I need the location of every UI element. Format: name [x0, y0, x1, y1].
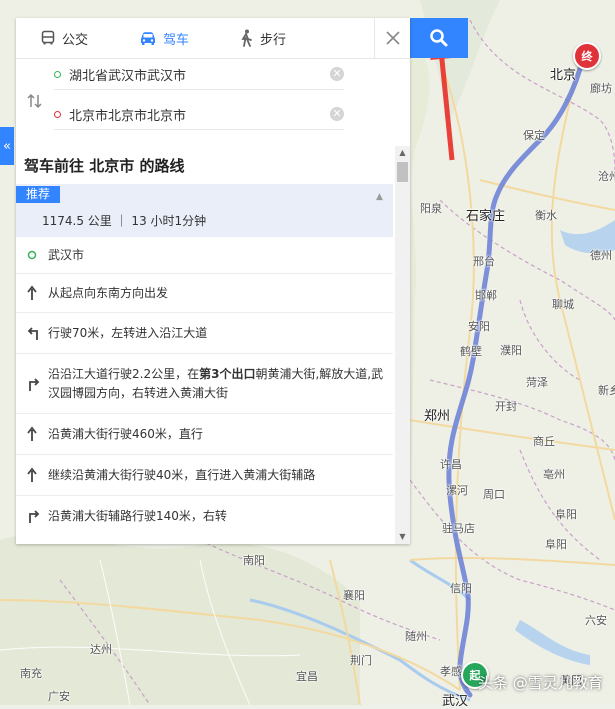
city-label: 濮阳	[500, 344, 522, 357]
city-label: 许昌	[440, 458, 462, 471]
city-label: 阜阳	[555, 508, 577, 521]
arrow-up-icon	[27, 467, 37, 482]
route-summary[interactable]: 推荐 1174.5 公里 ｜ 13 小时1分钟 ▲	[16, 184, 393, 237]
watermark: 头条 @雪灵儿教育	[478, 674, 603, 692]
step-text: 沿沿江大道行驶2.2公里，在第3个出口朝黄浦大街,解放大道,武汉园博园方向，右转…	[48, 366, 384, 400]
city-label: 襄阳	[343, 589, 365, 602]
city-label: 亳州	[543, 468, 565, 481]
city-label: 廊坊	[590, 82, 612, 95]
panel-scrollbar[interactable]: ▲ ▼	[395, 146, 410, 544]
city-label: 阳泉	[420, 202, 442, 215]
end-input[interactable]: 北京市北京市北京市	[69, 105, 330, 124]
car-icon	[141, 32, 155, 45]
end-marker-icon[interactable]: 终	[573, 42, 601, 70]
city-label: 驻马店	[442, 522, 475, 535]
city-label: 周口	[483, 488, 505, 501]
city-label: 石家庄	[466, 209, 506, 224]
route-step[interactable]: 沿沿江大道行驶2.2公里，在第3个出口朝黄浦大街,解放大道,武汉园博园方向，右转…	[16, 354, 393, 414]
tab-car-label: 驾车	[163, 32, 190, 48]
city-label: 德州	[590, 249, 612, 262]
turn-left-icon	[27, 327, 38, 340]
tab-walk[interactable]: 步行	[238, 18, 286, 58]
bus-icon	[41, 30, 55, 45]
city-label: 武汉	[442, 694, 469, 709]
city-label: 六安	[585, 614, 607, 627]
swap-button[interactable]	[24, 90, 46, 112]
step-text: 继续沿黄浦大街行驶40米，直行进入黄浦大街辅路	[48, 467, 316, 482]
city-label: 保定	[523, 129, 545, 142]
city-label: 孝感	[440, 665, 462, 678]
city-label: 广安	[48, 690, 70, 703]
start-field[interactable]: 湖北省武汉市武汉市 ✕	[54, 59, 344, 90]
clear-start-icon[interactable]: ✕	[330, 67, 344, 81]
arrow-up-icon	[27, 285, 37, 300]
collapse-panel-button[interactable]: «	[0, 127, 14, 165]
city-label: 沧州	[598, 170, 615, 183]
collapse-caret-icon[interactable]: ▲	[376, 192, 383, 202]
start-dot-icon	[54, 70, 61, 78]
city-label: 南阳	[243, 554, 265, 567]
route-step[interactable]: 武汉市	[16, 237, 393, 274]
turn-right-icon	[29, 510, 40, 523]
city-label: 荆门	[350, 654, 372, 667]
city-label: 达州	[90, 643, 112, 656]
city-label: 邢台	[473, 255, 495, 268]
close-icon	[386, 31, 400, 45]
city-label: 新乡	[598, 384, 615, 397]
route-step[interactable]: 从起点向东南方向出发	[16, 274, 393, 313]
city-label: 随州	[405, 630, 427, 643]
end-dot-icon	[54, 110, 61, 118]
step-text: 行驶70米，左转进入沿江大道	[48, 325, 208, 340]
city-label: 商丘	[533, 435, 555, 448]
transport-tabs: 公交 驾车 步行	[16, 18, 410, 59]
city-label: 鹤壁	[460, 345, 482, 358]
scroll-up-icon[interactable]: ▲	[395, 146, 410, 160]
tab-car[interactable]: 驾车	[139, 18, 189, 58]
city-label: 南充	[20, 667, 42, 680]
city-label: 菏泽	[526, 376, 548, 389]
scroll-down-icon[interactable]: ▼	[395, 530, 410, 544]
route-panel: 公交 驾车 步行 湖北省武汉市武汉市 ✕ 北京市北京市北京市 ✕ 驾车前往 北京…	[16, 18, 410, 544]
city-label: 衡水	[535, 209, 557, 222]
city-label: 开封	[495, 400, 517, 413]
scroll-thumb[interactable]	[397, 162, 408, 182]
recommend-badge: 推荐	[16, 186, 61, 203]
route-step[interactable]: 沿黄浦大街辅路行驶140米，右转	[16, 496, 393, 536]
city-label: 北京	[550, 68, 577, 83]
city-label: 阜阳	[545, 538, 567, 551]
start-circle-icon	[27, 250, 37, 260]
search-button[interactable]	[410, 18, 468, 58]
close-button[interactable]	[374, 18, 411, 58]
city-label: 信阳	[450, 582, 472, 595]
start-input[interactable]: 湖北省武汉市武汉市	[69, 65, 330, 84]
step-text: 从起点向东南方向出发	[48, 285, 169, 300]
search-icon	[430, 29, 448, 47]
tab-bus-label: 公交	[62, 32, 89, 48]
tab-walk-label: 步行	[260, 32, 287, 48]
route-step[interactable]: 行驶70米，左转进入沿江大道	[16, 313, 393, 354]
city-label: 宜昌	[296, 670, 318, 683]
clear-end-icon[interactable]: ✕	[330, 107, 344, 121]
walk-icon	[241, 29, 252, 47]
arrow-up-icon	[27, 426, 37, 441]
swap-icon	[27, 93, 42, 109]
step-text: 沿黄浦大街行驶460米，直行	[48, 426, 203, 441]
city-label: 安阳	[468, 320, 490, 333]
city-label: 漯河	[446, 484, 468, 497]
route-steps: 武汉市 从起点向东南方向出发 行驶70米，左转进入沿江大道 沿沿江大道行驶2.2…	[16, 237, 393, 536]
city-label: 聊城	[552, 298, 574, 311]
city-label: 郑州	[424, 409, 451, 424]
city-label: 邯郸	[475, 289, 497, 302]
step-text: 武汉市	[48, 247, 85, 262]
route-step[interactable]: 沿黄浦大街行驶460米，直行	[16, 414, 393, 455]
turn-right-icon	[29, 377, 40, 391]
step-text: 沿黄浦大街辅路行驶140米，右转	[48, 508, 227, 523]
route-step[interactable]: 继续沿黄浦大街行驶40米，直行进入黄浦大街辅路	[16, 455, 393, 496]
end-field[interactable]: 北京市北京市北京市 ✕	[54, 99, 344, 130]
route-title: 驾车前往 北京市 的路线	[24, 156, 185, 175]
tab-bus[interactable]: 公交	[40, 18, 88, 58]
route-distance-time: 1174.5 公里 ｜ 13 小时1分钟	[42, 214, 207, 228]
